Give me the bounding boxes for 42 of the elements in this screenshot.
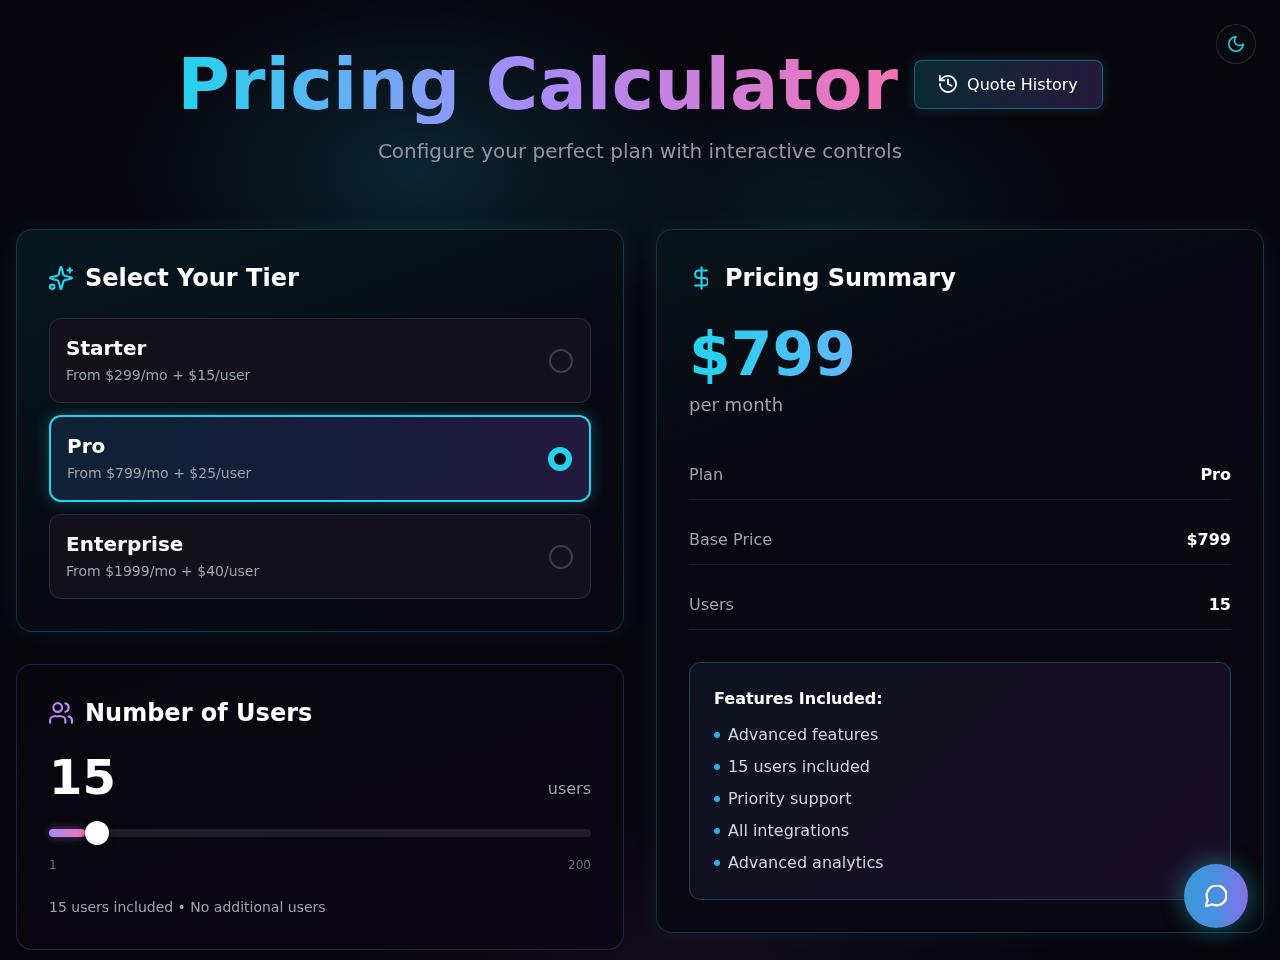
- feature-item: Advanced features: [728, 724, 879, 746]
- bullet-icon: [714, 732, 720, 738]
- radio-icon: [549, 544, 573, 569]
- tier-option[interactable]: Pro From $799/mo + $25/user: [49, 415, 591, 502]
- users-icon: [49, 701, 73, 725]
- user-count: 15: [49, 748, 116, 807]
- tier-option[interactable]: Enterprise From $1999/mo + $40/user: [49, 514, 591, 599]
- tier-option[interactable]: Starter From $299/mo + $15/user: [49, 318, 591, 403]
- feature-item: Advanced analytics: [728, 852, 884, 874]
- panel-title: Select Your Tier: [85, 263, 299, 294]
- dollar-icon: [694, 266, 708, 290]
- summary-label: Plan: [689, 464, 724, 486]
- theme-toggle-button[interactable]: [1216, 24, 1256, 64]
- price-period: per month: [689, 393, 784, 417]
- bullet-icon: [714, 828, 720, 834]
- panel-title: Pricing Summary: [725, 263, 956, 294]
- moon-icon: [1228, 36, 1244, 52]
- page-subtitle: Configure your perfect plan with interactive controls: [377, 138, 903, 165]
- quote-history-button[interactable]: Quote History: [914, 59, 1103, 109]
- summary-label: Users: [689, 594, 734, 616]
- summary-value: 15: [1208, 594, 1231, 616]
- radio-icon: [548, 446, 572, 471]
- feature-item: All integrations: [728, 820, 850, 842]
- user-unit-label: users: [547, 779, 591, 798]
- radio-icon: [549, 348, 573, 373]
- slider-max-label: 200: [568, 857, 591, 873]
- feature-item: 15 users included: [728, 756, 870, 778]
- summary-label: Base Price: [689, 529, 773, 551]
- panel-title: Number of Users: [85, 698, 313, 729]
- bullet-icon: [714, 764, 720, 770]
- bullet-icon: [714, 860, 720, 866]
- history-icon: [939, 75, 958, 93]
- users-note: 15 users included • No additional users: [49, 898, 326, 917]
- chat-bubble-icon: [1205, 885, 1227, 907]
- features-title: Features Included:: [714, 688, 883, 710]
- summary-value: $799: [1186, 529, 1231, 551]
- slider-min-label: 1: [49, 857, 57, 873]
- feature-item: Priority support: [728, 788, 852, 810]
- summary-value: Pro: [1200, 464, 1231, 486]
- slider-thumb[interactable]: [85, 821, 110, 845]
- sparkle-icon: [49, 266, 73, 290]
- bullet-icon: [714, 796, 720, 802]
